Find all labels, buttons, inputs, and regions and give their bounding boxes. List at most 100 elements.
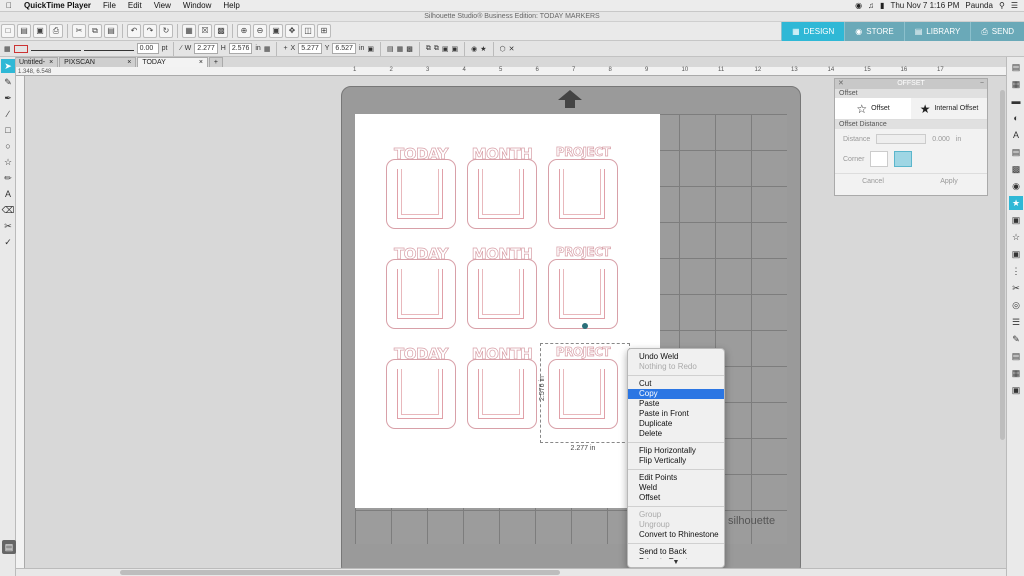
new-tab-button[interactable]: + [208,57,223,67]
knife-icon[interactable]: ✂ [1,219,15,233]
freehand-icon[interactable]: ✏ [1,171,15,185]
grid-panel-icon[interactable]: ▦ [1009,366,1023,380]
transparency-icon[interactable]: ◐ [1009,111,1023,125]
fill-icon[interactable]: ▦ [1009,77,1023,91]
select-edit-icon[interactable]: ▩ [214,24,228,38]
menu-help[interactable]: Help [217,1,245,10]
rectangle-tool-icon[interactable]: □ [1,123,15,137]
text-style-icon[interactable]: A [1009,128,1023,142]
zoom-in-icon[interactable]: ⊕ [237,24,251,38]
search-icon[interactable]: ⚲ [999,1,1005,10]
close-tab-icon[interactable]: × [49,58,53,67]
width-field[interactable]: 2.277 [194,43,218,54]
marker-shape[interactable]: PROJECT [547,245,619,333]
clock[interactable]: Thu Nov 7 1:16 PM [890,1,959,10]
page-setup-icon[interactable]: ▤ [1009,60,1023,74]
apply-button[interactable]: Apply [911,174,987,189]
modify-icon[interactable]: ◉ [1009,179,1023,193]
tab-library[interactable]: ▤ LIBRARY [903,22,971,41]
line-style-select[interactable] [30,46,81,51]
volume-icon[interactable]: ♫ [868,1,874,10]
context-menu-item[interactable]: Paste [628,399,724,409]
undo-icon[interactable]: ↶ [127,24,141,38]
point-edit-icon[interactable]: ✎ [1,75,15,89]
marker-shape[interactable]: MONTH [466,145,538,233]
group-icon[interactable]: ▦ [397,45,404,53]
zoom-box-icon[interactable]: ▣ [269,24,283,38]
context-menu-item[interactable]: Convert to Rhinestone [628,530,724,540]
marker-shape[interactable]: MONTH [466,345,538,433]
app-menu[interactable]: QuickTime Player [18,1,97,10]
vertical-scroll-thumb[interactable] [1000,90,1005,440]
marker-shape[interactable]: TODAY [385,245,457,333]
x-field[interactable]: 5.277 [298,43,322,54]
select-tool-icon[interactable]: ➤ [1,59,15,73]
cancel-button[interactable]: Cancel [835,174,911,189]
distance-field[interactable]: 0.000 [932,136,950,143]
center-icon[interactable]: ▣ [367,45,374,53]
copy-icon[interactable]: ⧉ [88,24,102,38]
menu-view[interactable]: View [148,1,177,10]
context-menu-item[interactable]: Flip Vertically [628,456,724,466]
arrange-front-icon[interactable]: ⧉ [426,45,431,53]
tab-store[interactable]: ◉ STORE [844,22,904,41]
apple-icon[interactable]:  [0,1,18,10]
globe-icon[interactable]: ◎ [1009,298,1023,312]
align-panel-icon[interactable]: ▤ [1009,145,1023,159]
align-icon[interactable]: ▤ [387,45,394,53]
deselect-icon[interactable]: ☒ [198,24,212,38]
context-menu-item[interactable]: Offset [628,493,724,503]
add-page-icon[interactable]: ▤ [2,540,16,554]
offset-panel-icon[interactable]: ★ [1009,196,1023,210]
pan-icon[interactable]: ✥ [285,24,299,38]
internal-offset-option[interactable]: ★ Internal Offset [911,98,987,119]
knife-panel-icon[interactable]: ✂ [1009,281,1023,295]
marker-shape[interactable]: TODAY [385,145,457,233]
marker-shape[interactable]: PROJECT [547,145,619,233]
save-icon[interactable]: ▣ [33,24,47,38]
close-tab-icon[interactable]: × [199,58,203,67]
bring-forward-icon[interactable]: ▣ [442,45,449,53]
zoom-out-icon[interactable]: ⊖ [253,24,267,38]
print-icon[interactable]: ⎙ [49,24,63,38]
doc-tab-pixscan[interactable]: PIXSCAN MARKERS × [59,57,137,75]
corner-round-button[interactable] [894,151,913,167]
context-menu-item[interactable]: Flip Horizontally [628,446,724,456]
context-menu-item[interactable]: Copy [628,389,724,399]
cut-icon[interactable]: ✂ [72,24,86,38]
menu-edit[interactable]: Edit [122,1,148,10]
fit-window-icon[interactable]: ⊞ [317,24,331,38]
3d-icon[interactable]: ⬡ [500,45,506,53]
line-weight-field[interactable]: 0.00 [136,43,159,54]
selection-box[interactable] [540,343,630,443]
height-field[interactable]: 2.576 [228,43,253,54]
layers-icon[interactable]: ☰ [1009,315,1023,329]
paste-icon[interactable]: ▤ [104,24,118,38]
fit-page-icon[interactable]: ◫ [301,24,315,38]
close-icon[interactable]: ✕ [509,45,515,53]
offset-option[interactable]: ☆ Offset [835,98,911,119]
horizontal-scroll-thumb[interactable] [120,570,560,575]
menu-window[interactable]: Window [177,1,217,10]
context-menu-item[interactable]: Weld [628,483,724,493]
close-tab-icon[interactable]: × [127,58,131,67]
doc-tab-untitled[interactable]: Untitled-1× [14,57,59,75]
doc-tab-today[interactable]: TODAY MARKERS × [137,57,208,75]
print-cut-icon[interactable]: ▣ [1009,383,1023,397]
nest-icon[interactable]: ☆ [1009,230,1023,244]
redraw-icon[interactable]: ↻ [159,24,173,38]
context-menu-item[interactable]: Paste in Front [628,409,724,419]
context-menu-item[interactable]: Undo Weld [628,352,724,362]
line-style-icon[interactable]: ▬ [1009,94,1023,108]
line-join-select[interactable] [83,46,134,51]
distance-slider[interactable] [876,134,927,144]
eraser-icon[interactable]: ⌫ [1,203,15,217]
ellipse-tool-icon[interactable]: ○ [1,139,15,153]
menu-file[interactable]: File [97,1,122,10]
scroll-down-icon[interactable]: ▼ [628,559,724,567]
redo-icon[interactable]: ↷ [143,24,157,38]
new-doc-icon[interactable]: □ [1,24,15,38]
user-name[interactable]: Paunda [965,1,993,10]
weld-icon[interactable]: ◉ [471,45,477,53]
polygon-tool-icon[interactable]: ☆ [1,155,15,169]
